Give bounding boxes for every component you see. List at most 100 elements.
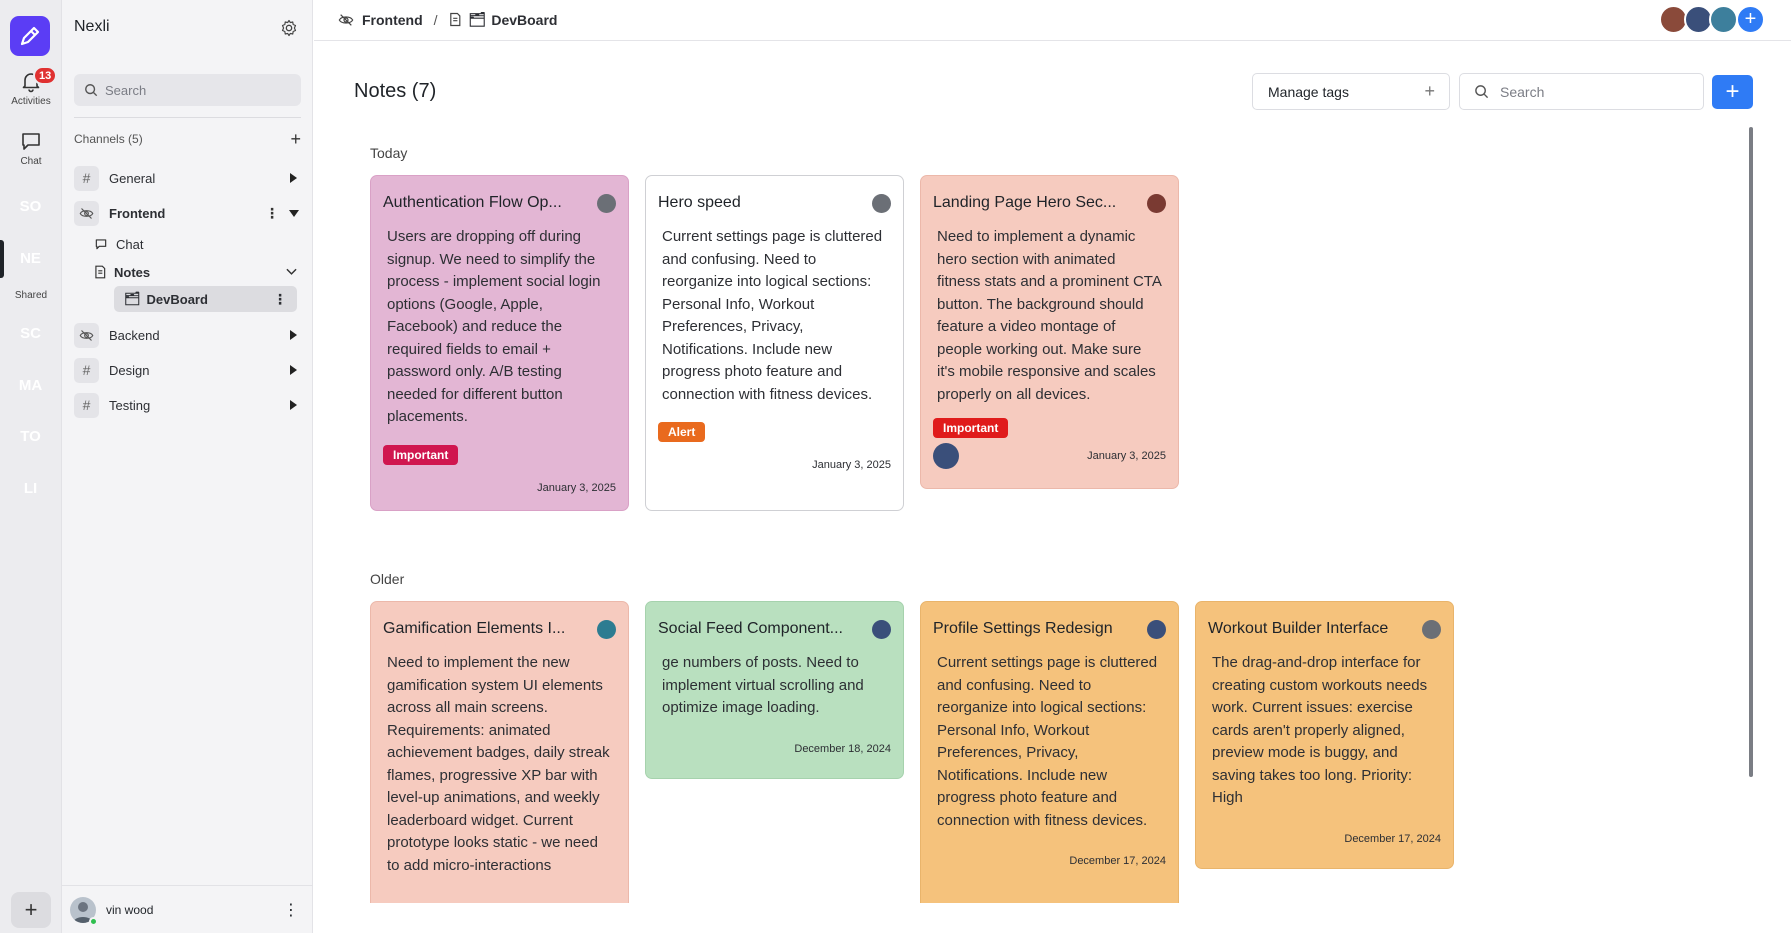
activities-badge: 13 xyxy=(33,66,58,85)
add-workspace-button[interactable]: + xyxy=(11,892,51,928)
add-channel-button[interactable]: + xyxy=(290,130,301,148)
note-card[interactable]: Authentication Flow Op... Users are drop… xyxy=(370,175,629,511)
note-date: December 18, 2024 xyxy=(794,742,891,755)
note-body: ge numbers of posts. Need to implement v… xyxy=(662,654,864,716)
workspace-initials: SO xyxy=(19,198,42,215)
channels-header: Channels (5) + xyxy=(74,130,301,148)
note-card[interactable]: Hero speed Current settings page is clut… xyxy=(645,175,904,511)
add-member-button[interactable]: + xyxy=(1736,5,1765,34)
note-title: Profile Settings Redesign xyxy=(933,620,1113,637)
channel-sidebar: Nexli Search Channels (5) + # General Fr… xyxy=(62,0,313,933)
author-avatar xyxy=(1147,193,1166,213)
channel-backend[interactable]: Backend xyxy=(74,322,301,348)
eye-off-icon xyxy=(74,322,99,348)
note-title: Social Feed Component... xyxy=(658,620,843,637)
chat-rail-button[interactable]: Chat xyxy=(0,126,62,167)
document-icon xyxy=(95,265,106,279)
chevron-right-icon[interactable] xyxy=(290,330,297,340)
notes-search-placeholder: Search xyxy=(1500,83,1545,100)
chevron-down-icon[interactable] xyxy=(289,209,299,217)
tag-badge: Important xyxy=(933,418,1009,438)
workspace-li[interactable]: LI xyxy=(11,470,50,507)
channel-design[interactable]: # Design xyxy=(74,357,301,383)
workspace-rail: Activities 13 Chat SO NE Shared SC MA TO… xyxy=(0,0,62,933)
more-options-icon[interactable]: ⋮ xyxy=(283,900,299,920)
notes-scrollbar[interactable] xyxy=(1749,127,1753,777)
note-card[interactable]: Gamification Elements I... Need to imple… xyxy=(370,601,629,903)
note-card[interactable]: Social Feed Component... ge numbers of p… xyxy=(645,601,904,779)
breadcrumb-separator: / xyxy=(433,11,438,28)
note-card[interactable]: Landing Page Hero Sec... Need to impleme… xyxy=(920,175,1179,489)
channels-header-label: Channels (5) xyxy=(74,132,143,146)
channel-general[interactable]: # General xyxy=(74,165,301,191)
user-name: vin wood xyxy=(106,902,154,917)
breadcrumb-channel[interactable]: Frontend xyxy=(362,12,423,28)
chat-rail-label: Chat xyxy=(20,156,42,167)
channel-label: General xyxy=(109,170,156,186)
chevron-right-icon[interactable] xyxy=(290,365,297,375)
devboard-label: DevBoard xyxy=(146,291,208,307)
author-avatar xyxy=(597,193,616,213)
workspace-to[interactable]: TO xyxy=(11,418,50,455)
manage-tags-button[interactable]: Manage tags + xyxy=(1252,73,1450,110)
frontend-notes-label: Notes xyxy=(114,264,151,280)
breadcrumb-board[interactable]: DevBoard xyxy=(491,12,557,28)
activities-label: Activities xyxy=(11,96,51,107)
app-logo[interactable] xyxy=(10,16,50,56)
note-title: Authentication Flow Op... xyxy=(383,194,562,211)
note-date: January 3, 2025 xyxy=(1087,450,1166,462)
note-card[interactable]: Workout Builder Interface The drag-and-d… xyxy=(1195,601,1454,869)
workspace-sc[interactable]: SC xyxy=(11,315,50,352)
tag-badge: Alert xyxy=(658,422,706,442)
frontend-notes-item[interactable]: Notes xyxy=(94,261,301,283)
add-note-button[interactable]: + xyxy=(1712,75,1753,109)
note-footer: January 3, 2025 xyxy=(933,442,1166,470)
shared-label: Shared xyxy=(14,290,48,301)
frontend-chat-item[interactable]: Chat xyxy=(94,233,143,255)
workspace-so[interactable]: SO xyxy=(11,188,50,225)
note-title: Gamification Elements I... xyxy=(383,620,566,637)
more-options-icon[interactable]: ⋮ xyxy=(273,291,287,308)
note-body: Current settings page is cluttered and c… xyxy=(937,654,1158,829)
plus-icon: + xyxy=(1424,81,1435,101)
pencil-logo-icon xyxy=(20,26,40,46)
author-avatar xyxy=(872,193,891,213)
member-avatars[interactable]: + xyxy=(1659,5,1765,34)
devboard-item[interactable]: 🗂 DevBoard ⋮ xyxy=(114,286,297,312)
note-body: Current settings page is cluttered and c… xyxy=(662,228,883,403)
more-options-icon[interactable]: ⋮ xyxy=(265,206,279,220)
channel-testing[interactable]: # Testing xyxy=(74,392,301,418)
search-icon xyxy=(1475,85,1489,99)
gear-icon[interactable] xyxy=(279,18,299,38)
note-body: Need to implement the new gamification s… xyxy=(387,654,610,874)
workspace-initials: MA xyxy=(18,377,43,394)
channel-label: Testing xyxy=(109,397,151,413)
current-user[interactable]: vin wood ⋮ xyxy=(62,885,313,933)
note-card[interactable]: Profile Settings Redesign Current settin… xyxy=(920,601,1179,903)
author-avatar xyxy=(1147,619,1166,639)
channel-frontend[interactable]: Frontend ⋮ xyxy=(74,200,301,226)
chevron-right-icon[interactable] xyxy=(290,400,297,410)
hash-icon: # xyxy=(74,357,99,383)
frontend-chat-label: Chat xyxy=(116,236,144,252)
workspace-ne[interactable]: NE xyxy=(11,240,50,277)
folder-icon: 🗂 xyxy=(124,291,141,306)
workspace-ma[interactable]: MA xyxy=(11,367,50,404)
note-body: Need to implement a dynamic hero section… xyxy=(937,228,1161,403)
workspace-initials: SC xyxy=(20,325,41,342)
sidebar-search-input[interactable]: Search xyxy=(74,74,301,106)
note-title: Landing Page Hero Sec... xyxy=(933,194,1117,211)
manage-tags-label: Manage tags xyxy=(1268,83,1349,100)
chevron-down-icon[interactable] xyxy=(286,268,297,276)
top-bar: Frontend / 🗂 DevBoard + xyxy=(314,0,1791,41)
chat-bubble-icon xyxy=(22,133,40,150)
workspace-initials: LI xyxy=(23,480,38,497)
eye-off-icon xyxy=(74,200,99,226)
chevron-right-icon[interactable] xyxy=(290,173,297,183)
author-avatar xyxy=(597,619,616,639)
note-footer: December 17, 2024 xyxy=(933,850,1166,872)
member-avatar[interactable] xyxy=(1709,5,1738,34)
sidebar-divider xyxy=(74,117,301,118)
notes-search-input[interactable]: Search xyxy=(1459,73,1704,110)
channel-label: Design xyxy=(109,362,150,378)
